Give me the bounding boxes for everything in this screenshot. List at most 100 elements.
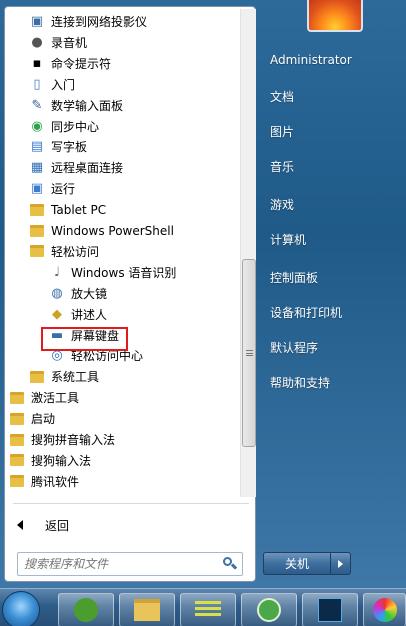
color-wheel-icon	[372, 598, 397, 622]
program-label: 入门	[51, 77, 76, 92]
program-label: Windows PowerShell	[51, 223, 174, 238]
folder-icon	[9, 473, 25, 489]
folder-icon	[29, 202, 45, 218]
shutdown-group: 关机	[263, 552, 351, 575]
program-item[interactable]: ✎ 数学输入面板	[29, 95, 123, 116]
folder-icon	[9, 452, 25, 468]
program-item[interactable]: ▪ 命令提示符	[29, 53, 111, 74]
folder-icon	[29, 369, 45, 385]
program-label: 腾讯软件	[31, 474, 80, 489]
right-item-user[interactable]: Administrator	[270, 53, 352, 67]
start-orb-icon[interactable]	[2, 591, 40, 626]
taskbar-app-5[interactable]	[302, 593, 358, 626]
program-item[interactable]: 系统工具	[29, 366, 99, 387]
program-label: 写字板	[51, 140, 88, 155]
back-button[interactable]: 返回	[17, 515, 69, 535]
program-label: 运行	[51, 182, 76, 197]
programs-list: ▣ 连接到网络投影仪 ● 录音机 ▪ 命令提示符 ▯ 入门 ✎ 数学输入面板 ◉ 同步中心 ▤ 写字板 ▦ 远…	[5, 7, 237, 497]
program-label: Windows 语音识别	[71, 265, 177, 280]
program-item[interactable]: ● 录音机	[29, 32, 87, 53]
program-label: 命令提示符	[51, 56, 112, 71]
taskbar-app-4[interactable]	[241, 593, 297, 626]
program-label: 放大镜	[71, 286, 108, 301]
programs-panel: ▣ 连接到网络投影仪 ● 录音机 ▪ 命令提示符 ▯ 入门 ✎ 数学输入面板 ◉ 同步中心 ▤ 写字板 ▦ 远…	[4, 6, 256, 582]
program-item[interactable]: Windows PowerShell	[29, 220, 174, 241]
program-item[interactable]: 轻松访问	[29, 241, 99, 262]
program-label: 录音机	[51, 35, 88, 50]
right-item-default-programs[interactable]: 默认程序	[270, 339, 318, 356]
run-icon: ▣	[30, 181, 44, 197]
right-item-control-panel[interactable]: 控制面板	[270, 269, 318, 286]
program-item[interactable]: ▦ 远程桌面连接	[29, 157, 123, 178]
shutdown-button[interactable]: 关机	[263, 552, 331, 575]
wordpad-icon: ▤	[30, 139, 44, 155]
program-item[interactable]: ◍ 放大镜	[49, 283, 107, 304]
program-label: 系统工具	[51, 370, 100, 385]
program-label: 启动	[31, 412, 56, 427]
scroll-thumb[interactable]	[242, 259, 256, 447]
start-menu: ▣ 连接到网络投影仪 ● 录音机 ▪ 命令提示符 ▯ 入门 ✎ 数学输入面板 ◉ 同步中心 ▤ 写字板 ▦ 远…	[0, 0, 406, 588]
program-label: 远程桌面连接	[51, 161, 124, 176]
explorer-folder-icon	[134, 599, 160, 621]
program-item[interactable]: 启动	[9, 408, 55, 429]
green-cloud-icon	[74, 598, 98, 622]
search-input[interactable]	[24, 557, 222, 571]
right-item-devices-printers[interactable]: 设备和打印机	[270, 304, 342, 321]
program-label: Tablet PC	[51, 202, 107, 217]
getting-started-icon: ▯	[33, 76, 41, 92]
notes-icon	[195, 601, 221, 619]
folder-icon	[29, 223, 45, 239]
program-label: 搜狗拼音输入法	[31, 433, 116, 447]
taskbar-app-3[interactable]	[180, 593, 236, 626]
scroll-grip-icon	[246, 350, 253, 356]
math-input-icon: ✎	[31, 97, 43, 113]
right-item-computer[interactable]: 计算机	[270, 231, 306, 248]
projector-icon: ▣	[30, 14, 44, 29]
search-icon[interactable]	[222, 556, 238, 572]
program-item[interactable]: ◆ 讲述人	[49, 304, 107, 325]
program-item[interactable]: 搜狗拼音输入法	[9, 429, 115, 450]
programs-scrollbar[interactable]	[240, 9, 256, 497]
magnifier-icon: ◍	[51, 285, 63, 301]
program-item[interactable]: ▯ 入门	[29, 74, 75, 95]
right-item-help-support[interactable]: 帮助和支持	[270, 374, 330, 391]
taskbar-app-1[interactable]	[58, 593, 114, 626]
chevron-right-icon	[338, 559, 343, 568]
program-item[interactable]: ▤ 写字板	[29, 136, 87, 157]
sync-center-icon: ◉	[31, 118, 43, 134]
taskbar-app-6[interactable]	[363, 593, 406, 626]
program-label: 轻松访问	[51, 244, 100, 259]
divider	[13, 503, 249, 504]
program-item[interactable]: ◉ 同步中心	[29, 116, 99, 137]
program-label: 数学输入面板	[51, 98, 124, 113]
photoshop-icon	[318, 598, 342, 622]
program-item[interactable]: ♩ Windows 语音识别	[49, 262, 176, 283]
program-label: 讲述人	[71, 307, 108, 322]
program-item[interactable]: 搜狗输入法	[9, 450, 91, 471]
refresh-globe-icon	[257, 598, 281, 622]
folder-icon	[29, 243, 45, 259]
microphone-icon: ●	[31, 34, 43, 50]
back-label: 返回	[45, 518, 70, 533]
right-item-documents[interactable]: 文档	[270, 88, 294, 105]
search-box[interactable]	[17, 552, 243, 576]
program-item[interactable]: Tablet PC	[29, 199, 106, 220]
remote-desktop-icon: ▦	[30, 160, 44, 176]
right-item-pictures[interactable]: 图片	[270, 123, 294, 140]
taskbar-app-2[interactable]	[119, 593, 175, 626]
program-item[interactable]: 激活工具	[9, 387, 79, 408]
right-item-games[interactable]: 游戏	[270, 196, 294, 213]
program-label: 连接到网络投影仪	[51, 15, 148, 29]
program-label: 激活工具	[31, 391, 80, 406]
highlight-box	[41, 327, 128, 351]
narrator-icon: ◆	[52, 306, 62, 322]
program-item[interactable]: 腾讯软件	[9, 471, 79, 492]
program-label: 搜狗输入法	[31, 453, 92, 468]
program-item[interactable]: ▣ 连接到网络投影仪	[29, 11, 147, 32]
user-picture[interactable]	[307, 0, 363, 32]
shutdown-options-button[interactable]	[331, 552, 351, 575]
folder-icon	[9, 432, 25, 448]
program-item[interactable]: ▣ 运行	[29, 178, 75, 199]
folder-icon	[9, 390, 25, 406]
right-item-music[interactable]: 音乐	[270, 158, 294, 175]
